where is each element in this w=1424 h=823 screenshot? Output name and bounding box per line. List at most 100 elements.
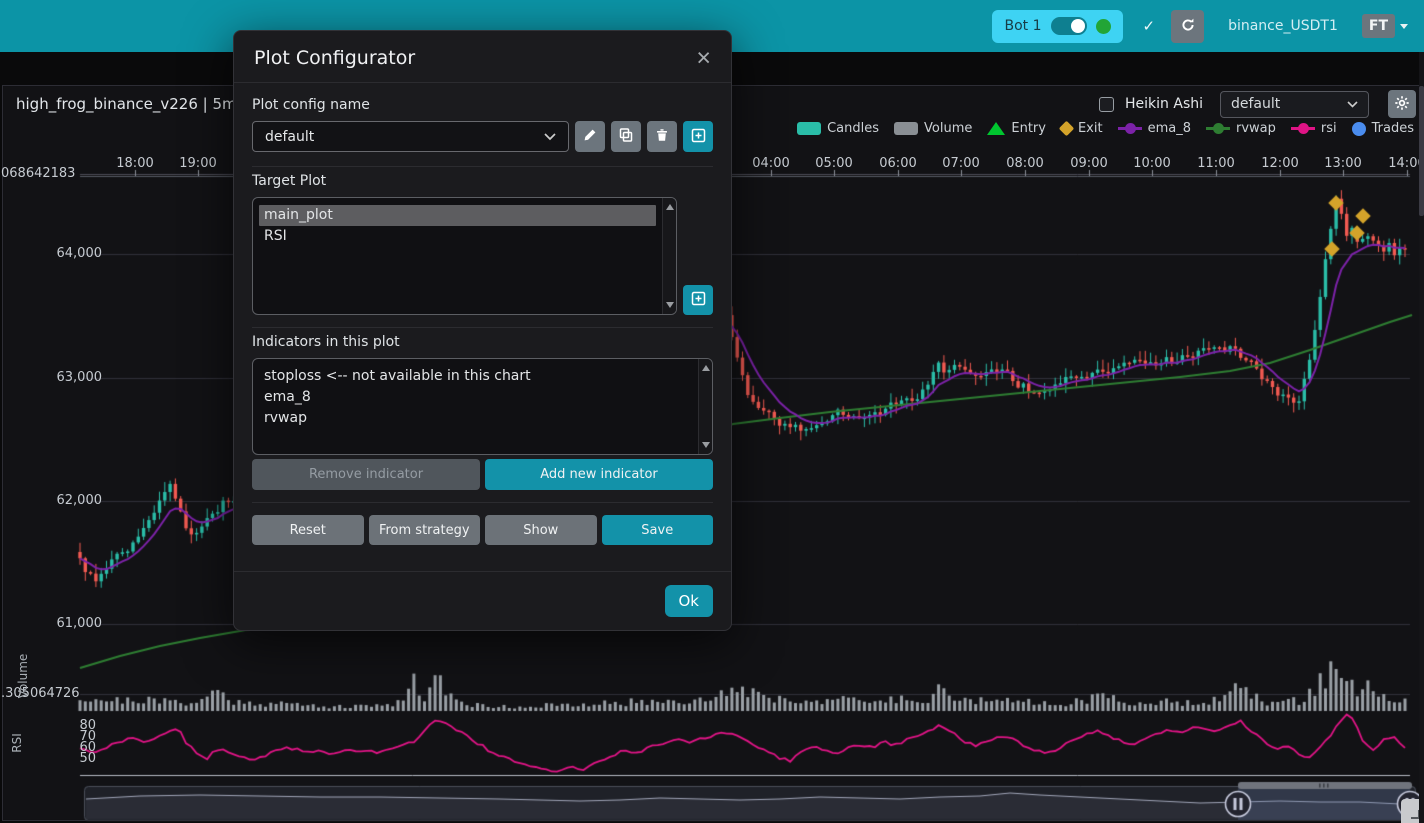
modal-footer: Ok (234, 571, 731, 630)
listbox-scrollbar[interactable] (662, 198, 676, 314)
time-axis-label: 12:00 (1250, 156, 1310, 171)
indicator-option[interactable]: stoploss <-- not available in this chart (259, 366, 692, 387)
save-button[interactable]: Save (602, 515, 714, 545)
legend-item-rsi[interactable]: rsi (1291, 121, 1337, 136)
heikin-ashi-checkbox[interactable] (1099, 97, 1114, 112)
legend-item-Exit[interactable]: Exit (1061, 121, 1103, 136)
modal-body: Plot config name default (234, 83, 731, 571)
pencil-icon (583, 128, 597, 145)
add-plot-button[interactable] (683, 285, 713, 315)
time-axis-label: 10:00 (1122, 156, 1182, 171)
chart-toolbar: Heikin Ashi default (1099, 90, 1416, 118)
target-plot-option[interactable]: main_plot (259, 205, 656, 226)
page-scrollbar[interactable] (1419, 52, 1424, 823)
ema_8-swatch-icon (1118, 127, 1142, 130)
listbox-scrollbar[interactable] (698, 359, 712, 454)
time-axis-label: 07:00 (931, 156, 991, 171)
modal-title: Plot Configurator (254, 47, 415, 69)
time-axis-label: 05:00 (804, 156, 864, 171)
target-plot-option[interactable]: RSI (259, 226, 656, 247)
time-axis-label: 04:00 (741, 156, 801, 171)
pair-link[interactable]: binance_USDT1 (1228, 18, 1338, 34)
plot-config-select[interactable]: default (1220, 91, 1369, 118)
scroll-down-icon[interactable] (702, 442, 710, 448)
modal-header: Plot Configurator × (234, 31, 731, 82)
duplicate-config-button[interactable] (611, 121, 641, 152)
legend-label: ema_8 (1148, 121, 1191, 136)
chart-legend: Candles Volume Entry Exit ema_8 rvwap rsi Trade… (797, 121, 1414, 136)
legend-item-Trades[interactable]: Trades (1352, 121, 1414, 136)
config-name-select[interactable]: default (252, 121, 569, 152)
target-plot-listbox[interactable]: main_plotRSI (252, 197, 677, 315)
legend-item-Entry[interactable]: Entry (987, 121, 1046, 136)
account-dropdown[interactable]: FT (1362, 14, 1408, 38)
reload-button[interactable] (1171, 10, 1204, 43)
check-icon[interactable]: ✓ (1143, 17, 1156, 35)
bot-selector[interactable]: Bot 1 (992, 10, 1122, 43)
time-axis-label: 19:00 (168, 156, 228, 171)
heikin-ashi-label: Heikin Ashi (1125, 96, 1203, 112)
Entry-swatch-icon (987, 122, 1005, 135)
toggle-knob (1071, 19, 1085, 33)
scrollbar-thumb[interactable] (1419, 86, 1424, 216)
rvwap-swatch-icon (1206, 127, 1230, 130)
reset-button[interactable]: Reset (252, 515, 364, 545)
plus-square-icon (691, 291, 706, 309)
time-axis-label: 11:00 (1186, 156, 1246, 171)
add-config-button[interactable] (683, 121, 713, 152)
price-axis-label: 068642183 (1, 166, 75, 181)
chevron-down-icon (544, 129, 556, 145)
rename-config-button[interactable] (575, 121, 605, 152)
legend-label: rsi (1321, 121, 1337, 136)
time-axis-label: 14:00 (1377, 156, 1424, 171)
time-axis-label: 08:00 (995, 156, 1055, 171)
indicator-option[interactable]: rvwap (259, 408, 692, 429)
remove-indicator-button[interactable]: Remove indicator (252, 459, 480, 490)
price-axis-label: 61,000 (2, 616, 102, 631)
rsi-axis-title: RSI (10, 728, 24, 758)
legend-label: Trades (1372, 121, 1414, 136)
volume-axis-title: Volume (16, 646, 30, 706)
price-axis-label: 63,000 (2, 370, 102, 385)
ft-logo: FT (1362, 14, 1395, 38)
time-axis-label: 09:00 (1059, 156, 1119, 171)
bot-toggle[interactable] (1051, 17, 1087, 35)
legend-label: Exit (1078, 121, 1103, 136)
legend-item-ema_8[interactable]: ema_8 (1118, 121, 1191, 136)
gear-icon (1394, 95, 1410, 114)
time-axis-label: 06:00 (868, 156, 928, 171)
indicators-listbox[interactable]: stoploss <-- not available in this chart… (252, 358, 713, 455)
legend-label: Entry (1011, 121, 1046, 136)
scroll-down-icon[interactable] (666, 302, 674, 308)
plot-settings-button[interactable] (1388, 90, 1416, 118)
price-axis-label: 64,000 (2, 246, 102, 261)
plot-config-select-value: default (1231, 96, 1280, 112)
bot-online-indicator (1096, 19, 1111, 34)
legend-label: Candles (827, 121, 879, 136)
add-new-indicator-button[interactable]: Add new indicator (485, 459, 713, 490)
config-name-value: default (265, 129, 314, 145)
ok-button[interactable]: Ok (665, 585, 714, 617)
Trades-swatch-icon (1352, 122, 1366, 136)
copy-icon (619, 128, 633, 145)
from-strategy-button[interactable]: From strategy (369, 515, 481, 545)
legend-item-Candles[interactable]: Candles (797, 121, 879, 136)
legend-item-Volume[interactable]: Volume (894, 121, 972, 136)
show-button[interactable]: Show (485, 515, 597, 545)
price-axis-label: 62,000 (2, 493, 102, 508)
indicator-option[interactable]: ema_8 (259, 387, 692, 408)
rsi-swatch-icon (1291, 127, 1315, 130)
scroll-up-icon[interactable] (666, 204, 674, 210)
legend-label: rvwap (1236, 121, 1276, 136)
reload-icon (1180, 17, 1196, 36)
Exit-swatch-icon (1059, 121, 1075, 137)
scroll-up-icon[interactable] (702, 365, 710, 371)
delete-config-button[interactable] (647, 121, 677, 152)
bot-name-label: Bot 1 (1004, 18, 1041, 34)
indicators-label: Indicators in this plot (252, 334, 713, 350)
plus-square-icon (691, 128, 706, 146)
legend-item-rvwap[interactable]: rvwap (1206, 121, 1276, 136)
chevron-down-icon (1347, 96, 1358, 112)
Volume-swatch-icon (894, 122, 918, 135)
close-icon[interactable]: × (696, 48, 711, 68)
